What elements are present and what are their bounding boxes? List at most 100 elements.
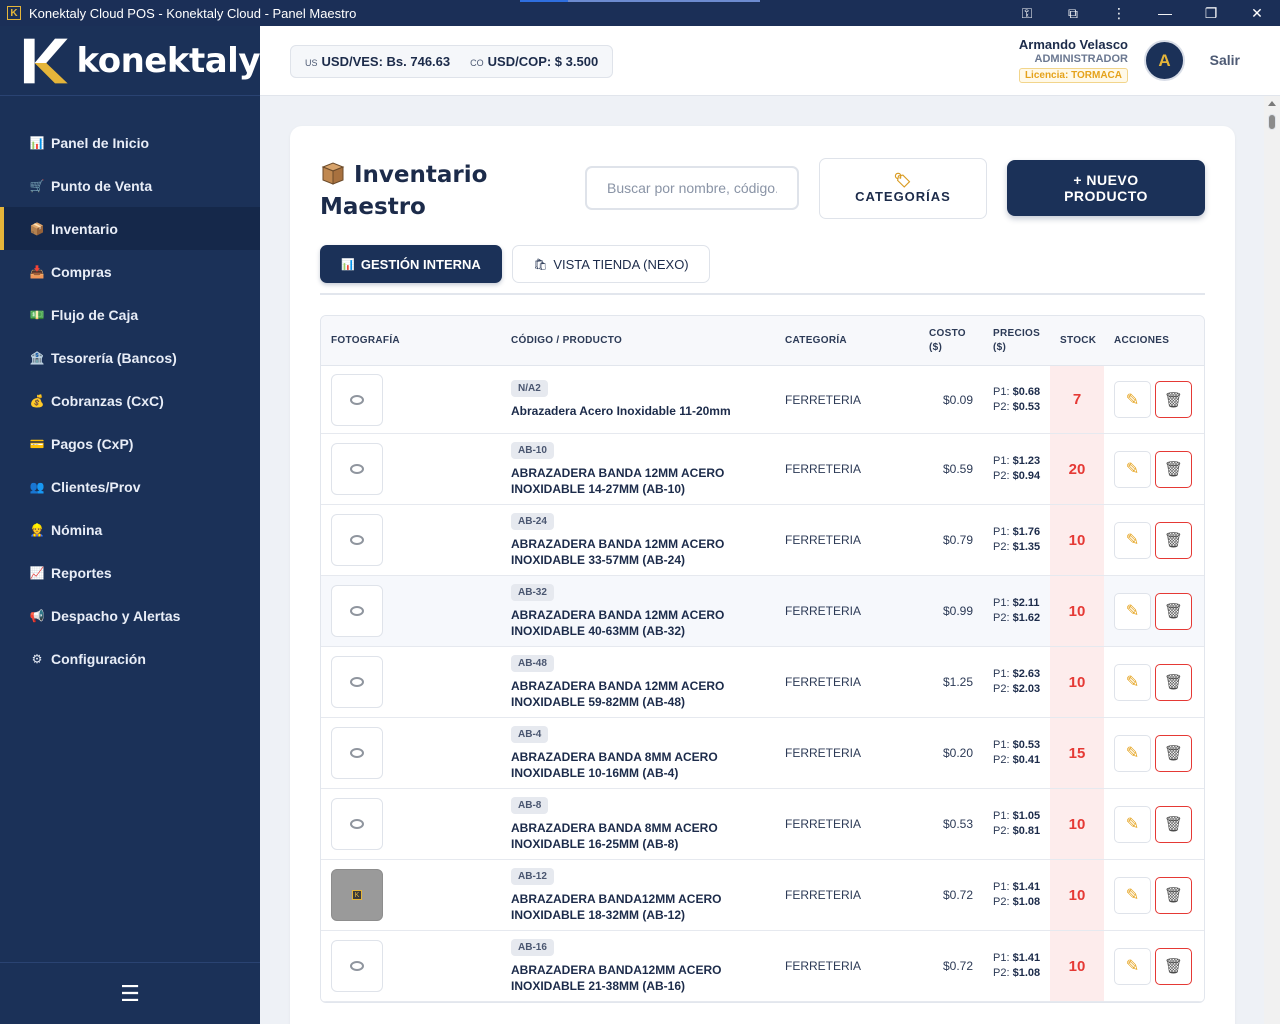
- page-scrollbar[interactable]: [1264, 96, 1280, 1024]
- sidebar-item-nomina[interactable]: 👷 Nómina: [0, 508, 260, 551]
- prices-cell: P1: $0.53 P2: $0.41: [993, 718, 1040, 788]
- edit-button[interactable]: ✎: [1114, 521, 1151, 559]
- sidebar-item-configuracion[interactable]: ⚙ Configuración: [0, 637, 260, 680]
- co-flag-icon: CO: [470, 58, 484, 68]
- more-icon[interactable]: ⋮: [1096, 0, 1142, 26]
- edit-button[interactable]: ✎: [1114, 592, 1151, 630]
- sidebar-item-panel-de-inicio[interactable]: 📊 Panel de Inicio: [0, 121, 260, 164]
- inventory-table: FOTOGRAFÍA CÓDIGO / PRODUCTO CATEGORÍA C…: [320, 315, 1205, 1003]
- pencil-icon: ✎: [1125, 816, 1140, 833]
- delete-button[interactable]: 🗑: [1155, 876, 1192, 914]
- rate-ves: US USD/VES: Bs. 746.63: [305, 54, 451, 69]
- sidebar-item-reportes[interactable]: 📈 Reportes: [0, 551, 260, 594]
- categories-button[interactable]: 🏷 CATEGORÍAS: [819, 158, 987, 219]
- edit-button[interactable]: ✎: [1114, 805, 1151, 843]
- close-icon[interactable]: ✕: [1234, 0, 1280, 26]
- header-product: CÓDIGO / PRODUCTO: [511, 335, 623, 346]
- menu-icon: ☰: [120, 980, 140, 1006]
- delete-button[interactable]: 🗑: [1155, 734, 1192, 772]
- sidebar-item-pagos[interactable]: 💳 Pagos (CxP): [0, 422, 260, 465]
- trash-icon: 🗑: [1163, 745, 1184, 762]
- sidebar: konektaly 📊 Panel de Inicio 🛒 Punto de Ven…: [0, 26, 261, 1024]
- top-header: US USD/VES: Bs. 746.63 CO USD/COP: $ 3.500…: [260, 26, 1280, 96]
- price-2: P2: $1.62: [993, 612, 1041, 624]
- edit-button[interactable]: ✎: [1114, 663, 1151, 701]
- edit-button[interactable]: ✎: [1114, 381, 1151, 418]
- edit-button[interactable]: ✎: [1114, 450, 1151, 488]
- price-2: P2: $0.53: [993, 400, 1041, 413]
- sidebar-item-clientes-prov[interactable]: 👥 Clientes/Prov: [0, 465, 260, 508]
- product-image: [331, 373, 383, 426]
- photo-cell: K: [331, 860, 383, 930]
- sidebar-toggle-button[interactable]: ☰: [0, 962, 260, 1024]
- price-1: P1: $1.23: [993, 455, 1041, 467]
- sidebar-item-label: Cobranzas (CxC): [51, 392, 164, 409]
- table-row[interactable]: AB-24 ABRAZADERA BANDA 12MM ACERO INOXIDA…: [321, 505, 1204, 576]
- edit-button[interactable]: ✎: [1114, 947, 1151, 985]
- gear-icon: ⚙: [31, 651, 43, 666]
- actions-cell: ✎ 🗑: [1114, 576, 1192, 646]
- sidebar-item-compras[interactable]: 📥 Compras: [0, 250, 260, 293]
- search-input[interactable]: [585, 166, 799, 210]
- bank-icon: 🏦: [29, 350, 45, 365]
- chart-icon: 📊: [341, 258, 355, 271]
- table-row[interactable]: AB-10 ABRAZADERA BANDA 12MM ACERO INOXIDA…: [321, 434, 1204, 505]
- delete-button[interactable]: 🗑: [1155, 592, 1192, 630]
- product-name: ABRAZADERA BANDA 12MM ACERO INOXIDABLE 4…: [511, 607, 725, 638]
- prices-cell: P1: $1.76 P2: $1.35: [993, 505, 1040, 575]
- delete-button[interactable]: 🗑: [1155, 947, 1192, 985]
- minimize-icon[interactable]: —: [1142, 0, 1188, 26]
- box-icon: [321, 162, 345, 185]
- sidebar-item-flujo-de-caja[interactable]: 💵 Flujo de Caja: [0, 293, 260, 336]
- brand-logo[interactable]: konektaly: [0, 26, 261, 96]
- key-icon[interactable]: ⚿: [1004, 0, 1050, 26]
- sidebar-item-cobranzas[interactable]: 💰 Cobranzas (CxC): [0, 379, 260, 422]
- extension-icon[interactable]: ⧉: [1050, 0, 1096, 26]
- table-row[interactable]: AB-16 ABRAZADERA BANDA12MM ACERO INOXIDAB…: [321, 931, 1204, 1002]
- logout-button[interactable]: Salir: [1210, 52, 1240, 68]
- table-row[interactable]: N/A2 Abrazadera Acero Inoxidable 11-20mm F…: [321, 366, 1204, 434]
- cost-cell: $0.79: [942, 533, 973, 547]
- delete-button[interactable]: 🗑: [1155, 381, 1192, 418]
- us-flag-icon: US: [305, 58, 318, 68]
- tab-gestion-interna[interactable]: 📊 GESTIÓN INTERNA: [320, 245, 502, 283]
- trash-icon: 🗑: [1163, 958, 1184, 975]
- pencil-icon: ✎: [1125, 603, 1140, 620]
- scroll-up-icon[interactable]: [1268, 101, 1276, 106]
- table-row[interactable]: AB-8 ABRAZADERA BANDA 8MM ACERO INOXIDABL…: [321, 789, 1204, 860]
- hose-clamp-icon: [350, 606, 364, 616]
- code-badge: AB-48: [511, 654, 554, 672]
- delete-button[interactable]: 🗑: [1155, 805, 1192, 843]
- konektaly-logo-icon: [23, 38, 68, 83]
- sidebar-item-punto-de-venta[interactable]: 🛒 Punto de Venta: [0, 164, 260, 207]
- table-row[interactable]: AB-4 ABRAZADERA BANDA 8MM ACERO INOXIDABL…: [321, 718, 1204, 789]
- sidebar-item-despacho-alertas[interactable]: 📢 Despacho y Alertas: [0, 594, 260, 637]
- delete-button[interactable]: 🗑: [1155, 450, 1192, 488]
- hose-clamp-icon: [350, 748, 364, 758]
- tab-vista-tienda[interactable]: 🛍 VISTA TIENDA (NEXO): [512, 245, 710, 283]
- card-icon: 💳: [29, 436, 45, 451]
- table-row[interactable]: K AB-12 ABRAZADERA BANDA12MM ACERO INOXIDA…: [321, 860, 1204, 931]
- scroll-thumb[interactable]: [1268, 114, 1276, 130]
- category-cell: FERRETERIA: [785, 392, 862, 407]
- actions-cell: ✎ 🗑: [1114, 366, 1192, 433]
- sidebar-item-inventario[interactable]: 📦 Inventario: [0, 207, 260, 250]
- sidebar-item-tesoreria[interactable]: 🏦 Tesorería (Bancos): [0, 336, 260, 379]
- photo-cell: [331, 505, 383, 575]
- trash-icon: 🗑: [1163, 603, 1184, 620]
- price-1: P1: $0.53: [993, 739, 1041, 751]
- restore-icon[interactable]: ❐: [1188, 0, 1234, 26]
- delete-button[interactable]: 🗑: [1155, 663, 1192, 701]
- table-row[interactable]: AB-32 ABRAZADERA BANDA 12MM ACERO INOXIDA…: [321, 576, 1204, 647]
- sidebar-item-label: Inventario: [51, 220, 118, 237]
- header-actions: ACCIONES: [1114, 335, 1170, 346]
- edit-button[interactable]: ✎: [1114, 876, 1151, 914]
- delete-button[interactable]: 🗑: [1155, 521, 1192, 559]
- trash-icon: 🗑: [1163, 887, 1184, 904]
- avatar[interactable]: A: [1144, 40, 1185, 81]
- new-product-button[interactable]: + NUEVO PRODUCTO: [1007, 160, 1205, 216]
- table-header: FOTOGRAFÍA CÓDIGO / PRODUCTO CATEGORÍA C…: [321, 316, 1204, 366]
- product-cell: N/A2 Abrazadera Acero Inoxidable 11-20mm: [511, 366, 751, 433]
- edit-button[interactable]: ✎: [1114, 734, 1151, 772]
- table-row[interactable]: AB-48 ABRAZADERA BANDA 12MM ACERO INOXIDA…: [321, 647, 1204, 718]
